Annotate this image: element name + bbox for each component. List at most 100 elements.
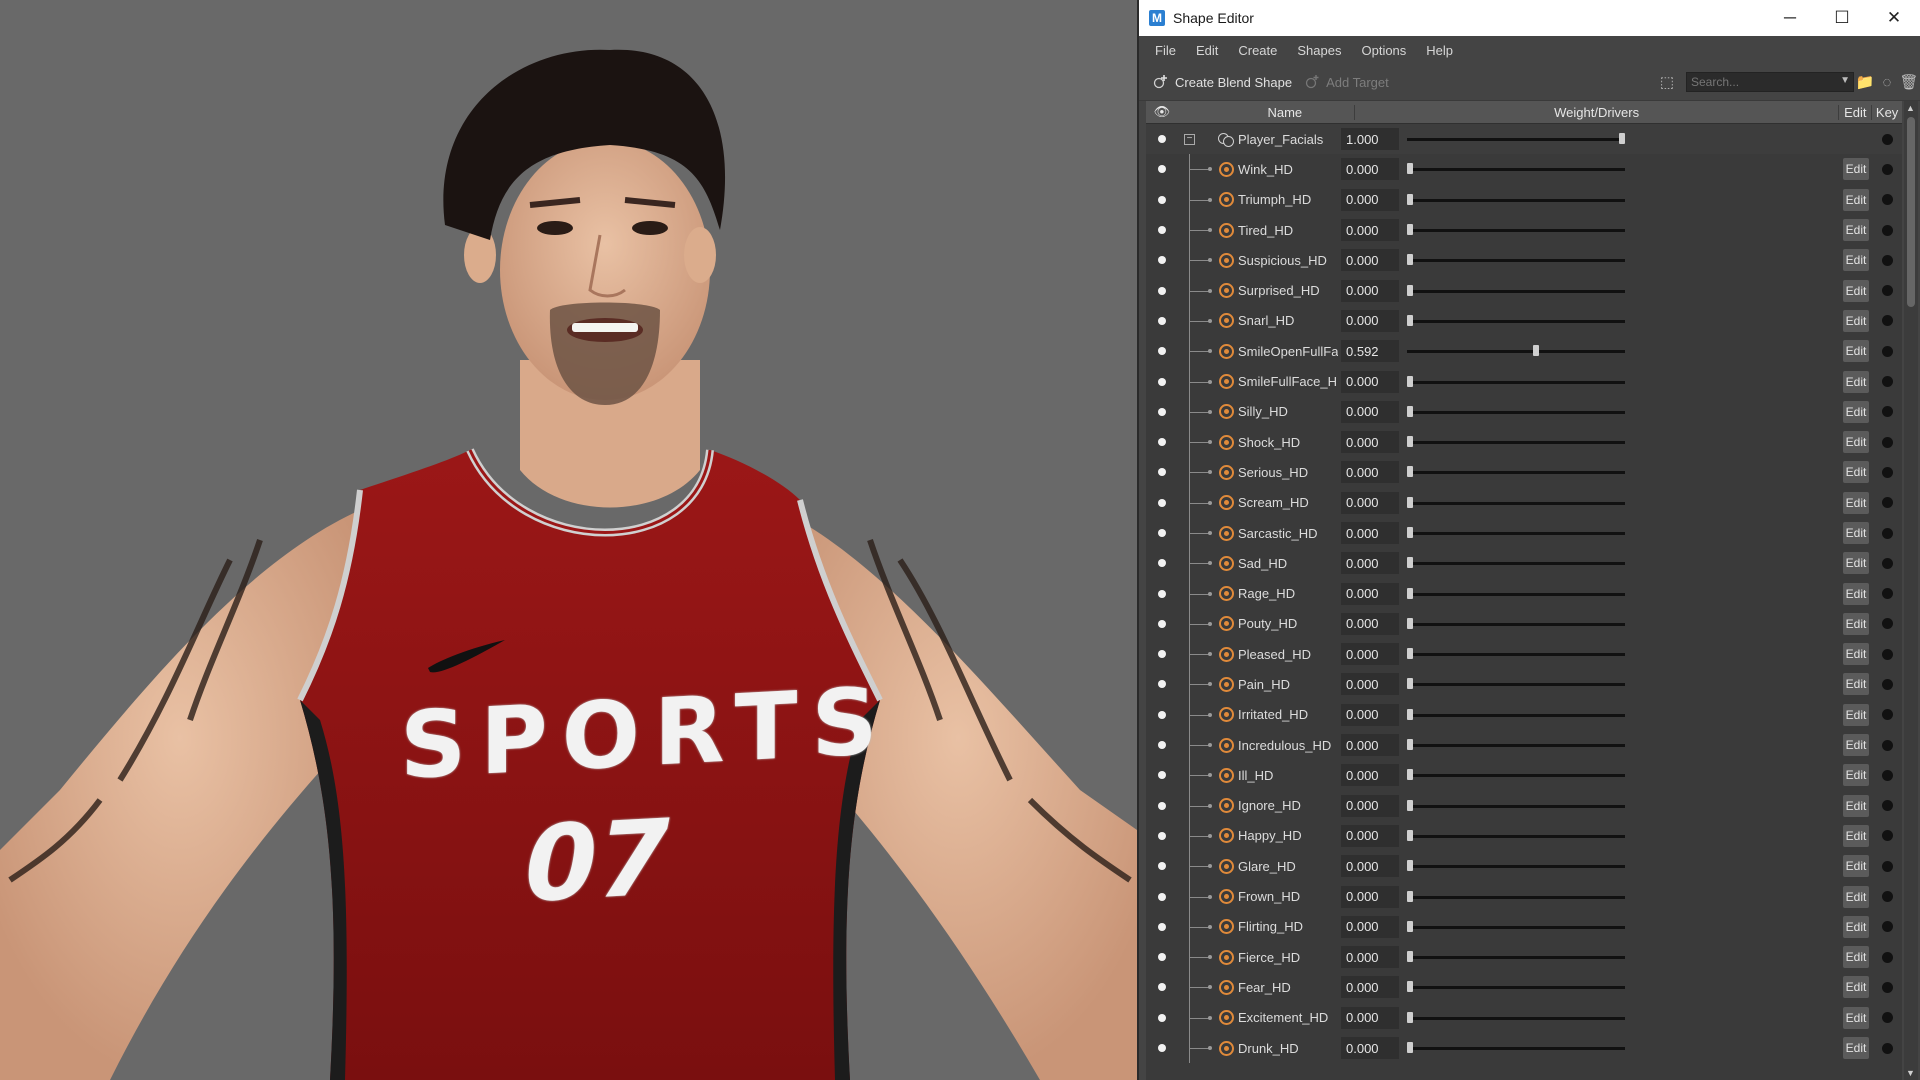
slider-handle[interactable] (1407, 1011, 1413, 1023)
key-toggle[interactable] (1872, 527, 1902, 539)
weight-field[interactable]: 0.000 (1341, 309, 1399, 332)
key-toggle[interactable] (1872, 981, 1902, 993)
key-toggle[interactable] (1872, 315, 1902, 327)
target-row[interactable]: Shock_HD 0.000 Edit (1146, 426, 1902, 458)
key-toggle[interactable] (1872, 830, 1902, 842)
target-row[interactable]: Pleased_HD 0.000 Edit (1146, 639, 1902, 670)
column-weight[interactable]: Weight/Drivers (1355, 104, 1840, 120)
search-input[interactable] (1686, 72, 1854, 92)
edit-button[interactable]: Edit (1842, 219, 1870, 242)
visibility-toggle[interactable] (1146, 256, 1178, 265)
weight-field[interactable]: 0.000 (1341, 461, 1399, 484)
key-toggle[interactable] (1872, 769, 1902, 781)
weight-field[interactable]: 0.000 (1341, 188, 1399, 211)
visibility-toggle[interactable] (1146, 801, 1178, 810)
edit-button[interactable]: Edit (1842, 824, 1870, 847)
weight-slider[interactable] (1407, 185, 1637, 215)
weight-slider[interactable] (1407, 427, 1637, 457)
new-folder-icon[interactable]: 📁 (1854, 71, 1876, 93)
menu-help[interactable]: Help (1416, 43, 1463, 58)
weight-field[interactable]: 0.000 (1341, 703, 1399, 726)
key-toggle[interactable] (1872, 557, 1902, 569)
slider-handle[interactable] (1407, 163, 1413, 175)
slider-handle[interactable] (1407, 557, 1413, 569)
target-row[interactable]: Wink_HD 0.000 Edit (1146, 154, 1902, 185)
edit-button[interactable]: Edit (1842, 461, 1870, 484)
weight-field[interactable]: 0.000 (1341, 734, 1399, 757)
weight-field[interactable]: 0.000 (1341, 764, 1399, 787)
edit-button[interactable]: Edit (1842, 673, 1870, 696)
weight-slider[interactable] (1407, 912, 1637, 942)
collapse-icon[interactable]: − (1184, 134, 1195, 146)
edit-button[interactable]: Edit (1842, 855, 1870, 878)
weight-slider[interactable] (1407, 791, 1637, 821)
target-row[interactable]: Surprised_HD 0.000 Edit (1146, 275, 1902, 306)
weight-field[interactable]: 1.000 (1341, 128, 1399, 151)
weight-slider[interactable] (1407, 1033, 1637, 1063)
weight-field[interactable]: 0.000 (1341, 249, 1399, 272)
edit-button[interactable]: Edit (1842, 1006, 1870, 1029)
target-row[interactable]: Serious_HD 0.000 Edit (1146, 457, 1902, 488)
blend-shape-row[interactable]: − Player_Facials 1.000 (1146, 124, 1902, 155)
visibility-toggle[interactable] (1146, 438, 1178, 447)
target-row[interactable]: Scream_HD 0.000 Edit (1146, 487, 1902, 518)
slider-handle[interactable] (1407, 951, 1413, 963)
edit-button[interactable]: Edit (1842, 340, 1870, 363)
weight-slider[interactable] (1407, 366, 1637, 396)
weight-field[interactable]: 0.000 (1341, 582, 1399, 605)
key-toggle[interactable] (1872, 739, 1902, 751)
column-edit[interactable]: Edit (1839, 104, 1873, 120)
slider-handle[interactable] (1407, 739, 1413, 751)
visibility-toggle[interactable] (1146, 226, 1178, 235)
target-row[interactable]: Flirting_HD 0.000 Edit (1146, 911, 1902, 943)
weight-field[interactable]: 0.000 (1341, 1037, 1399, 1060)
slider-handle[interactable] (1407, 799, 1413, 811)
visibility-toggle[interactable] (1146, 1013, 1178, 1022)
target-row[interactable]: Irritated_HD 0.000 Edit (1146, 699, 1902, 730)
weight-field[interactable]: 0.000 (1341, 219, 1399, 242)
key-toggle[interactable] (1872, 436, 1902, 448)
key-toggle[interactable] (1872, 497, 1902, 509)
key-toggle[interactable] (1872, 163, 1902, 175)
weight-field[interactable]: 0.000 (1341, 673, 1399, 696)
key-toggle[interactable] (1872, 588, 1902, 600)
key-toggle[interactable] (1872, 709, 1902, 721)
weight-field[interactable]: 0.592 (1341, 340, 1399, 363)
slider-handle[interactable] (1407, 314, 1413, 326)
target-row[interactable]: Drunk_HD 0.000 Edit (1146, 1032, 1902, 1064)
edit-button[interactable]: Edit (1842, 885, 1870, 908)
target-row[interactable]: SmileFullFace_H 0.000 Edit (1146, 366, 1902, 397)
weight-slider[interactable] (1407, 124, 1637, 154)
weight-slider[interactable] (1407, 851, 1637, 881)
key-toggle[interactable] (1872, 133, 1902, 145)
visibility-toggle[interactable] (1146, 286, 1178, 295)
target-row[interactable]: Pain_HD 0.000 Edit (1146, 669, 1902, 700)
edit-button[interactable]: Edit (1842, 915, 1870, 938)
menu-edit[interactable]: Edit (1186, 43, 1228, 58)
weight-slider[interactable] (1407, 700, 1637, 730)
slider-handle[interactable] (1619, 133, 1625, 145)
weight-slider[interactable] (1407, 306, 1637, 336)
weight-slider[interactable] (1407, 609, 1637, 639)
target-row[interactable]: Silly_HD 0.000 Edit (1146, 396, 1902, 427)
edit-button[interactable]: Edit (1842, 976, 1870, 999)
weight-field[interactable]: 0.000 (1341, 279, 1399, 302)
slider-handle[interactable] (1407, 527, 1413, 538)
weight-field[interactable]: 0.000 (1341, 1006, 1399, 1029)
edit-button[interactable]: Edit (1842, 794, 1870, 817)
slider-handle[interactable] (1407, 981, 1413, 993)
edit-button[interactable]: Edit (1842, 764, 1870, 787)
close-button[interactable]: ✕ (1868, 0, 1920, 36)
target-row[interactable]: Incredulous_HD 0.000 Edit (1146, 729, 1902, 761)
weight-slider[interactable] (1407, 942, 1637, 972)
slider-handle[interactable] (1407, 254, 1413, 266)
key-toggle[interactable] (1872, 285, 1902, 297)
slider-handle[interactable] (1407, 193, 1413, 205)
target-row[interactable]: Excitement_HD 0.000 Edit (1146, 1002, 1902, 1033)
slider-handle[interactable] (1407, 769, 1413, 781)
target-row[interactable]: Fierce_HD 0.000 Edit (1146, 942, 1902, 973)
edit-button[interactable]: Edit (1842, 1037, 1870, 1060)
edit-button[interactable]: Edit (1842, 643, 1870, 666)
key-toggle[interactable] (1872, 891, 1902, 903)
weight-field[interactable]: 0.000 (1341, 370, 1399, 393)
